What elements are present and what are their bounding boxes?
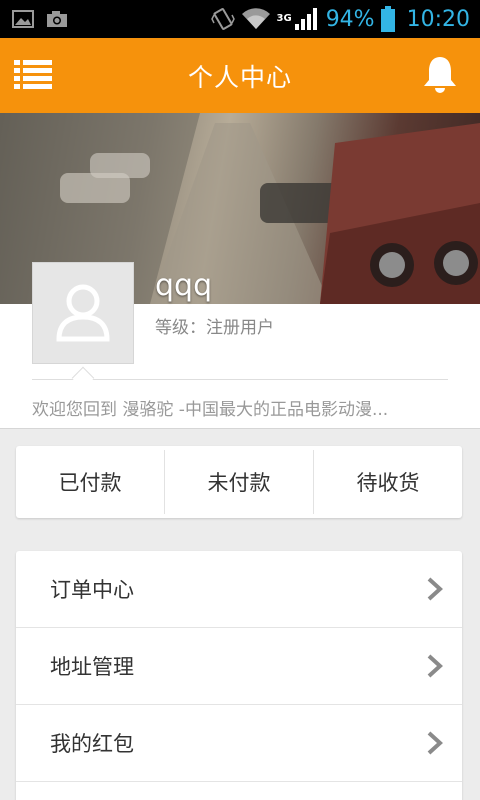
tab-to-receive[interactable]: 待收货 [314,446,462,518]
clock: 10:20 [406,6,470,32]
menu-item-red-packet[interactable]: 我的红包 [16,705,462,782]
username: qqq [155,268,213,303]
chevron-right-icon [427,654,443,678]
app-header: 个人中心 [0,38,480,113]
profile-divider [32,379,448,380]
signal-icon [294,8,317,30]
tab-unpaid[interactable]: 未付款 [165,446,313,518]
list-menu-icon [14,60,52,89]
camera-icon [47,11,67,27]
battery-percent: 94% [325,6,375,32]
menu-button[interactable] [14,59,52,91]
wifi-icon [241,8,270,30]
chevron-right-icon [427,577,443,601]
user-level: 等级：注册用户 [155,318,274,338]
bell-icon [424,57,456,93]
notification-button[interactable] [422,55,458,95]
battery-icon [380,6,395,32]
chevron-right-icon [427,731,443,755]
section-divider [0,428,480,429]
menu-item-label: 我的红包 [50,732,134,756]
menu-list: 订单中心 地址管理 我的红包 [16,551,462,800]
network-type-label: 3G [276,13,292,24]
avatar[interactable] [32,262,134,364]
menu-item-address[interactable]: 地址管理 [16,628,462,705]
menu-item-orders[interactable]: 订单中心 [16,551,462,628]
payment-status-card: 已付款 未付款 待收货 [16,446,462,518]
menu-item-label: 地址管理 [50,655,134,679]
welcome-message: 欢迎您回到 漫骆驼 -中国最大的正品电影动漫... [32,400,389,420]
image-icon [12,10,34,28]
status-bar: 3G 94% 10:20 [0,0,480,38]
menu-item-label: 订单中心 [50,578,134,602]
page-title: 个人中心 [187,62,292,92]
tab-paid[interactable]: 已付款 [16,446,164,518]
vibrate-icon [210,8,235,30]
user-avatar-icon [56,284,110,342]
